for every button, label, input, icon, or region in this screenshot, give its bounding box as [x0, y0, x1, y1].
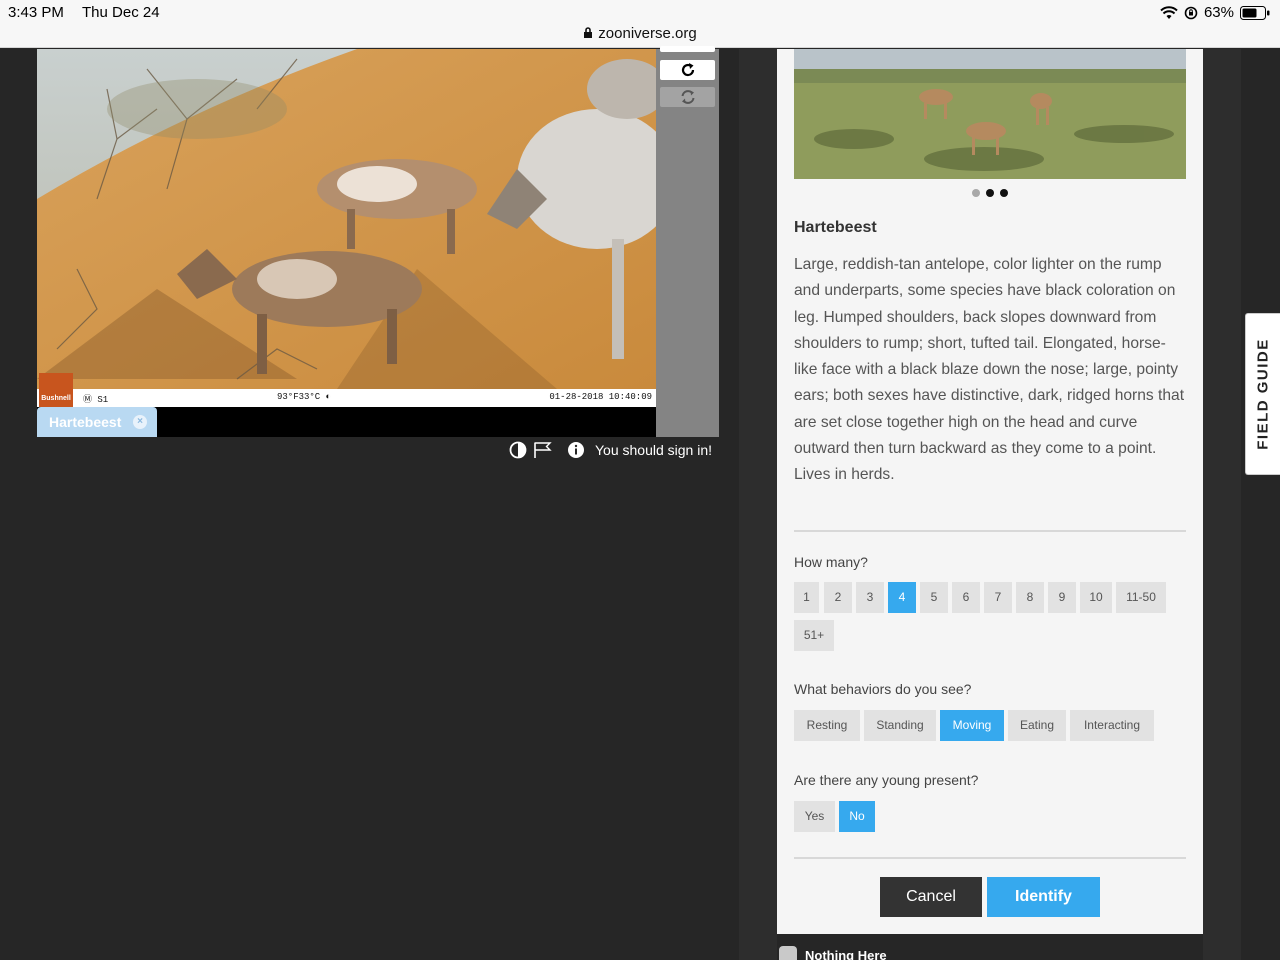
- status-bar: 3:43 PM Thu Dec 24 zooniverse.org 63%: [0, 0, 1280, 48]
- count-option-3[interactable]: 3: [856, 582, 884, 613]
- reset-button[interactable]: [660, 87, 715, 107]
- rotate-icon: [681, 63, 694, 77]
- subject-image: [37, 49, 656, 389]
- battery-percent: 63%: [1203, 4, 1234, 21]
- field-guide-label: FIELD GUIDE: [1254, 338, 1272, 450]
- sign-in-prompt[interactable]: You should sign in!: [595, 442, 712, 458]
- cancel-button[interactable]: Cancel: [880, 877, 982, 917]
- image-carousel-dots: [972, 189, 1008, 197]
- nothing-here-checkbox[interactable]: [779, 946, 797, 960]
- count-option-8[interactable]: 8: [1016, 582, 1044, 613]
- carousel-dot-2[interactable]: [986, 189, 994, 197]
- right-gutter: [1203, 49, 1241, 960]
- status-indicators: 63%: [1160, 4, 1270, 21]
- address-bar[interactable]: zooniverse.org: [0, 25, 1280, 42]
- battery-icon: [1240, 5, 1270, 20]
- camera-info-strip: Bushnell Ⓜ S1 93°F33°C ◐ 01-28-2018 10:4…: [37, 373, 656, 407]
- field-guide-tab[interactable]: FIELD GUIDE: [1245, 313, 1280, 475]
- species-example-image: [794, 49, 1186, 179]
- identification-panel: Hartebeest Large, reddish-tan antelope, …: [777, 49, 1203, 934]
- species-description: Large, reddish-tan antelope, color light…: [794, 256, 1185, 484]
- count-option-4[interactable]: 4: [888, 582, 916, 613]
- invert-icon[interactable]: [509, 441, 527, 459]
- selected-species-chip[interactable]: Hartebeest ×: [37, 407, 157, 437]
- image-toolbar: [656, 46, 719, 437]
- carousel-dot-1[interactable]: [972, 189, 980, 197]
- count-option-2[interactable]: 2: [824, 582, 852, 613]
- behavior-standing[interactable]: Standing: [864, 710, 936, 741]
- behaviors-label: What behaviors do you see?: [794, 681, 972, 697]
- behavior-resting[interactable]: Resting: [794, 710, 860, 741]
- count-option-7[interactable]: 7: [984, 582, 1012, 613]
- bushnell-logo: Bushnell: [39, 373, 73, 407]
- orientation-lock-icon: [1184, 6, 1198, 19]
- flag-icon[interactable]: [533, 441, 553, 459]
- rotate-button[interactable]: [660, 60, 715, 80]
- subject-meta-actions: You should sign in!: [509, 441, 712, 459]
- count-option-11-50[interactable]: 11-50: [1116, 582, 1166, 613]
- lock-icon: [584, 27, 593, 38]
- tool-button-partial[interactable]: [660, 46, 715, 52]
- wifi-icon: [1160, 5, 1178, 19]
- identify-button[interactable]: Identify: [987, 877, 1100, 917]
- young-no[interactable]: No: [839, 801, 875, 832]
- nothing-here-option[interactable]: Nothing Here: [779, 946, 887, 960]
- species-name: Hartebeest: [794, 219, 877, 236]
- nothing-here-label: Nothing Here: [805, 947, 887, 960]
- count-option-1[interactable]: 1: [794, 582, 819, 613]
- carousel-dot-3[interactable]: [1000, 189, 1008, 197]
- camera-station: Ⓜ S1: [83, 395, 109, 405]
- status-time: 3:43 PM: [8, 4, 64, 21]
- behavior-eating[interactable]: Eating: [1008, 710, 1066, 741]
- divider: [794, 530, 1186, 532]
- url-text: zooniverse.org: [598, 25, 697, 42]
- camera-timestamp: 01-28-2018 10:40:09: [549, 392, 652, 402]
- status-date: Thu Dec 24: [82, 4, 160, 21]
- close-icon[interactable]: ×: [133, 415, 147, 429]
- behavior-interacting[interactable]: Interacting: [1070, 710, 1154, 741]
- how-many-label: How many?: [794, 554, 868, 570]
- count-option-5[interactable]: 5: [920, 582, 948, 613]
- reset-icon: [681, 90, 694, 104]
- count-option-10[interactable]: 10: [1080, 582, 1112, 613]
- young-present-label: Are there any young present?: [794, 772, 979, 788]
- camera-temperature: 93°F33°C ◐: [277, 392, 332, 402]
- left-gutter: [739, 49, 777, 960]
- count-option-51-plus[interactable]: 51+: [794, 620, 834, 651]
- species-chip-label: Hartebeest: [49, 414, 122, 430]
- divider: [794, 857, 1186, 859]
- count-option-6[interactable]: 6: [952, 582, 980, 613]
- subject-viewer[interactable]: Bushnell Ⓜ S1 93°F33°C ◐ 01-28-2018 10:4…: [37, 49, 656, 437]
- info-icon[interactable]: [567, 441, 585, 459]
- behavior-moving[interactable]: Moving: [940, 710, 1004, 741]
- young-yes[interactable]: Yes: [794, 801, 835, 832]
- count-option-9[interactable]: 9: [1048, 582, 1076, 613]
